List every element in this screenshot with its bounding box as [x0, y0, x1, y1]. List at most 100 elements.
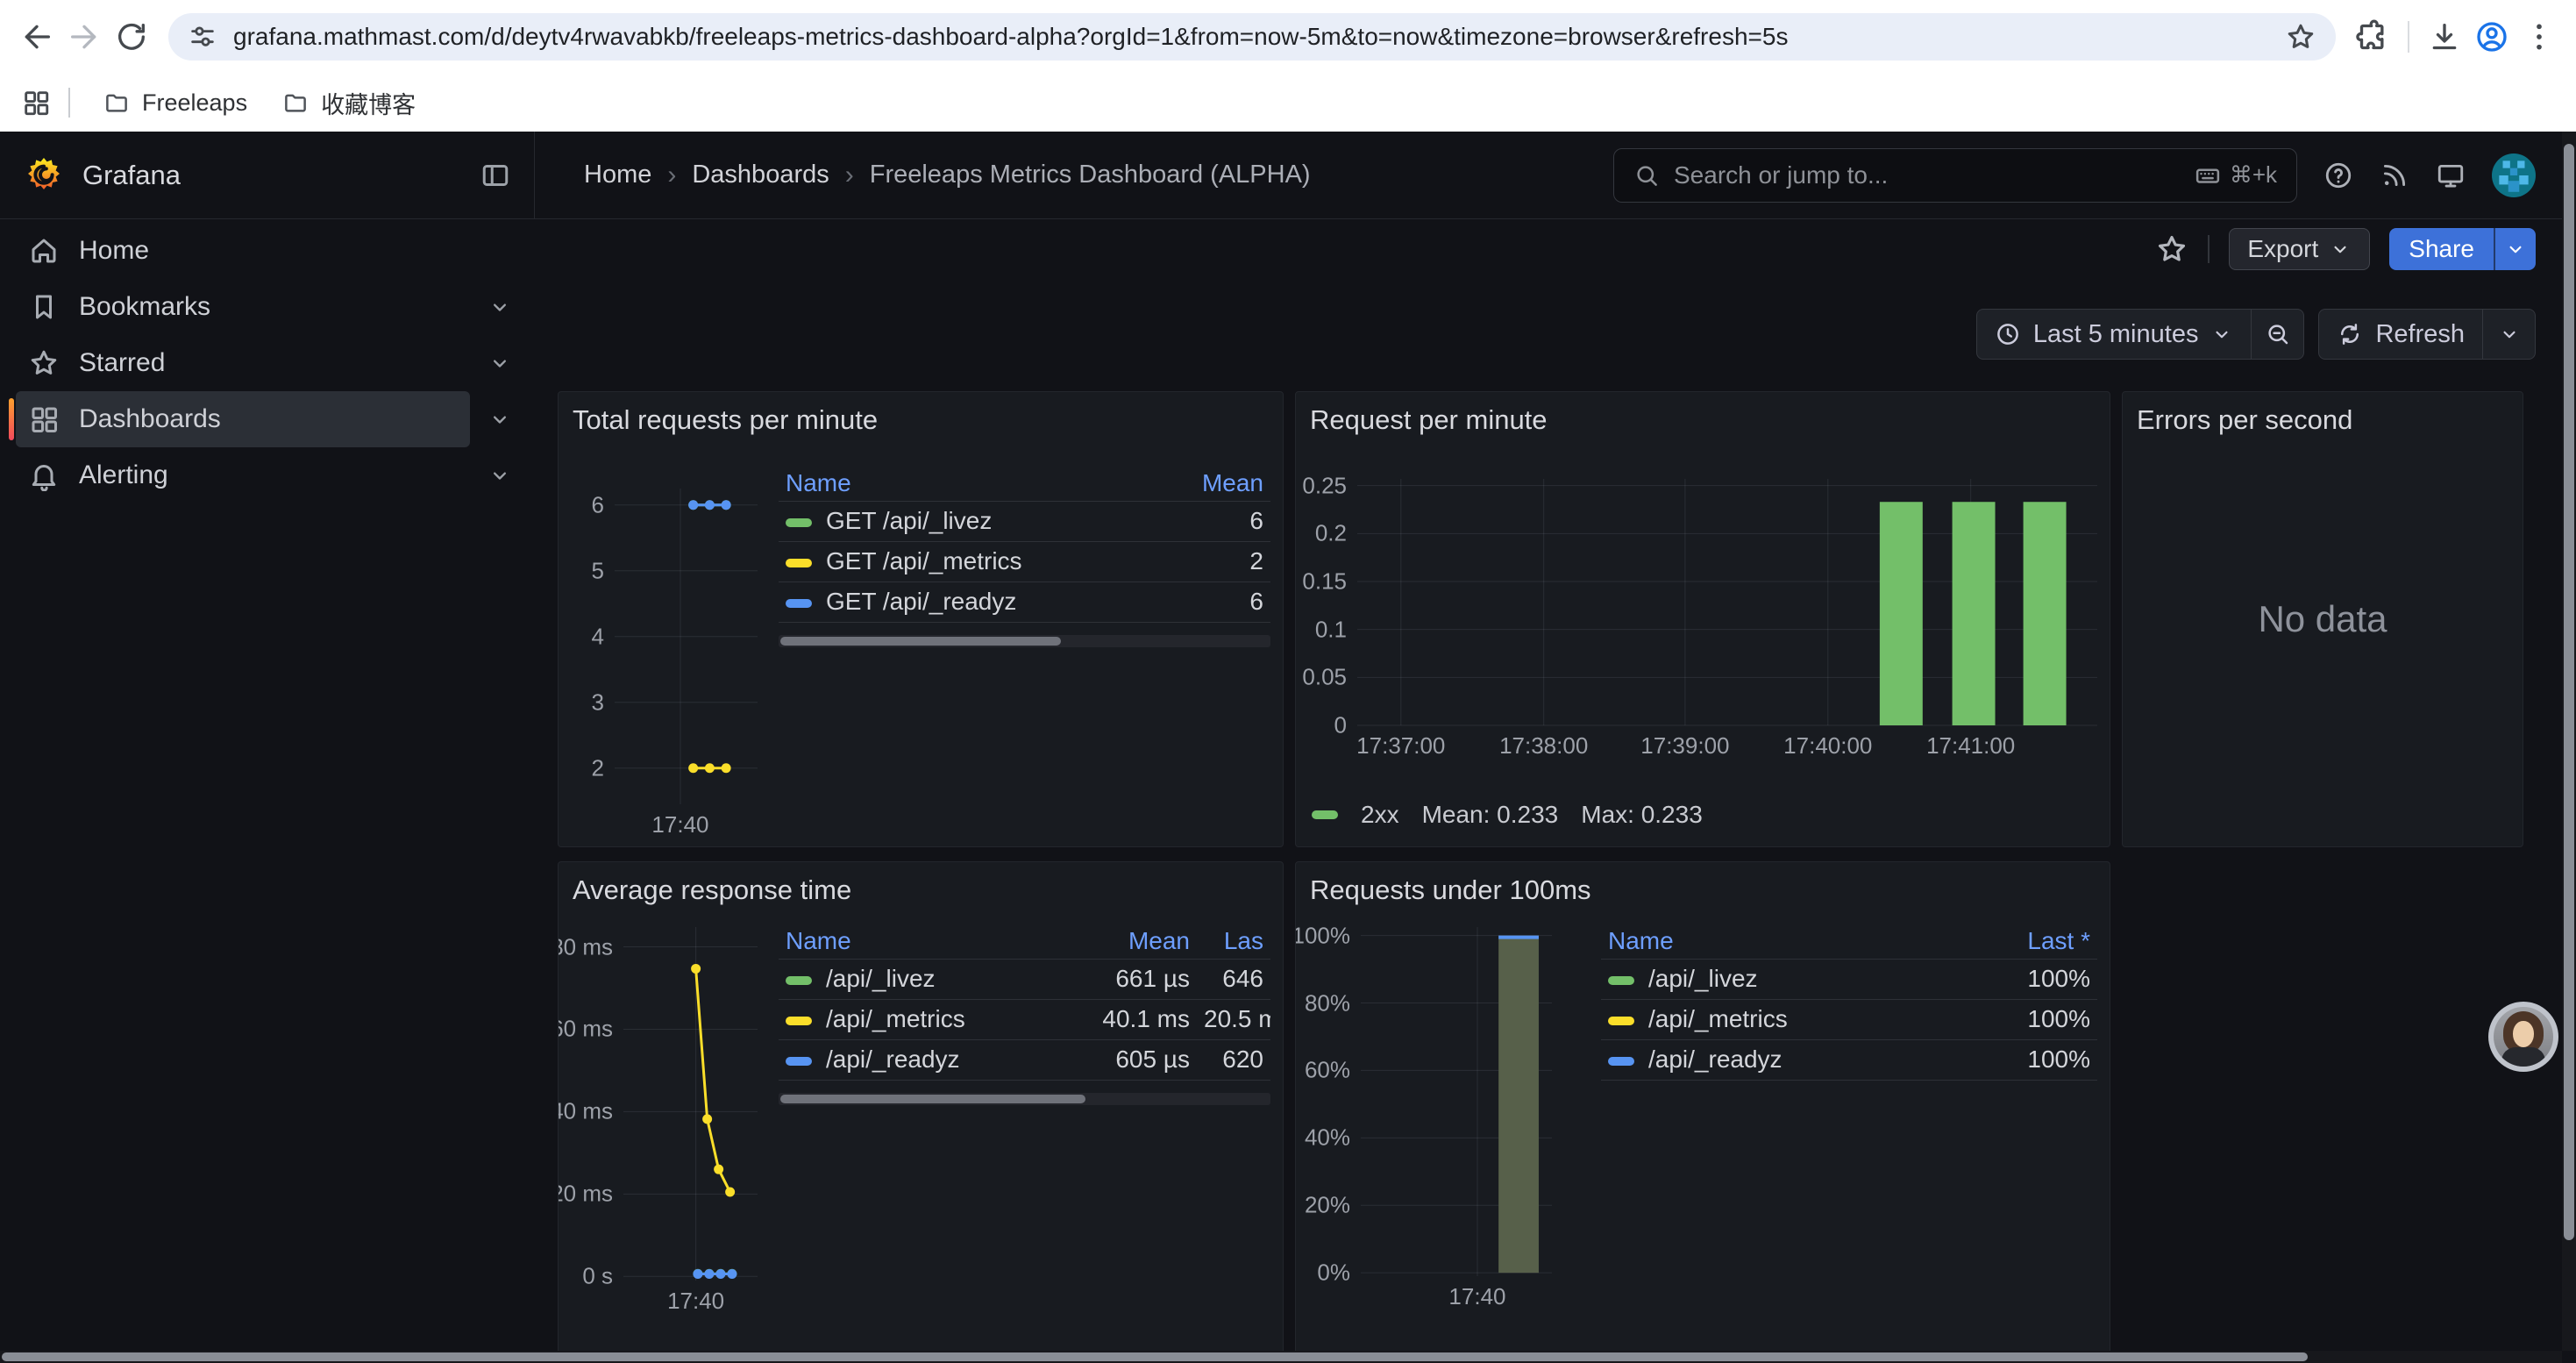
refresh-interval-caret[interactable] — [2482, 310, 2535, 359]
y-axis-tick: 0.2 — [1315, 520, 1347, 547]
sidebar-item-starred[interactable]: Starred — [16, 335, 470, 391]
back-icon[interactable] — [19, 19, 54, 54]
legend-series-name[interactable]: GET /api/_livez — [779, 501, 1139, 541]
y-axis-tick: 0.05 — [1302, 664, 1347, 691]
sidebar-item-alerting[interactable]: Alerting — [16, 447, 470, 503]
chevron-down-icon[interactable] — [487, 351, 512, 375]
legend-series-name[interactable]: GET /api/_readyz — [779, 582, 1139, 622]
address-bar[interactable]: grafana.mathmast.com/d/deytv4rwavabkb/fr… — [168, 13, 2336, 61]
legend-col-header[interactable]: Las — [1197, 924, 1270, 959]
y-axis-tick: 100% — [1295, 922, 1350, 949]
legend-series-name[interactable]: GET /api/_metrics — [779, 541, 1139, 582]
url-text[interactable]: grafana.mathmast.com/d/deytv4rwavabkb/fr… — [233, 23, 2285, 51]
sidebar-item-home[interactable]: Home — [16, 223, 470, 279]
panel-requests-under-100ms: Requests under 100ms 100%80%60%40%20%0%1… — [1295, 861, 2110, 1363]
legend-row: /api/_metrics40.1 ms20.5 m — [779, 999, 1270, 1039]
legend-col-header[interactable]: Name — [779, 924, 1057, 959]
breadcrumb: Home › Dashboards › Freeleaps Metrics Da… — [584, 161, 1311, 190]
series-swatch-icon — [786, 599, 812, 608]
legend-series-name[interactable]: /api/_livez — [779, 959, 1057, 999]
dock-sidebar-icon[interactable] — [480, 160, 511, 191]
downloads-icon[interactable] — [2427, 19, 2462, 54]
x-axis-tick: 17:38:00 — [1499, 732, 1588, 760]
legend-series-name[interactable]: /api/_metrics — [779, 999, 1057, 1039]
keyboard-icon — [2195, 162, 2221, 189]
screen-kiosk-icon[interactable] — [2436, 161, 2466, 190]
export-button[interactable]: Export — [2229, 228, 2370, 270]
panel-title[interactable]: Average response time — [573, 874, 851, 906]
panel-title[interactable]: Requests under 100ms — [1310, 874, 1591, 906]
zoom-out-time-button[interactable] — [2251, 310, 2303, 359]
legend-row: /api/_livez661 µs646 — [779, 959, 1270, 999]
y-axis-tick: 80 ms — [558, 933, 613, 960]
reload-icon[interactable] — [114, 19, 149, 54]
legend-col-header[interactable]: Last * — [1975, 924, 2097, 959]
legend-series-name[interactable]: /api/_readyz — [779, 1039, 1057, 1080]
share-button[interactable]: Share — [2389, 228, 2536, 270]
legend-series-name[interactable]: 2xx — [1361, 801, 1399, 829]
legend-col-header[interactable]: Mean — [1057, 924, 1197, 959]
legend-col-header[interactable]: Mean — [1139, 466, 1270, 501]
request-per-minute-chart[interactable]: 0.250.20.150.10.05017:37:0017:38:0017:39… — [1306, 479, 2097, 755]
grafana-logo-icon[interactable] — [23, 154, 65, 196]
folder-icon — [282, 89, 309, 116]
user-avatar[interactable] — [2492, 153, 2536, 197]
chevron-down-icon[interactable] — [487, 463, 512, 488]
legend-mean: Mean: 0.233 — [1422, 801, 1559, 829]
breadcrumb-separator: › — [845, 161, 854, 190]
avg-response-time-chart[interactable]: 80 ms60 ms40 ms20 ms0 s17:40 — [569, 924, 758, 1314]
vertical-scrollbar[interactable] — [2562, 132, 2576, 1351]
chevron-down-icon[interactable] — [487, 407, 512, 432]
breadcrumb-home[interactable]: Home — [584, 161, 651, 189]
forward-icon[interactable] — [67, 19, 102, 54]
legend-series-name[interactable]: /api/_livez — [1601, 959, 1975, 999]
share-menu-caret[interactable] — [2494, 228, 2536, 270]
site-info-icon[interactable] — [188, 22, 217, 52]
y-axis-tick: 60 ms — [558, 1016, 613, 1043]
search-input[interactable]: Search or jump to... ⌘+k — [1613, 148, 2297, 203]
bookmark-folder[interactable]: 收藏博客 — [268, 81, 430, 125]
x-axis-tick: 17:40 — [1448, 1283, 1505, 1310]
no-data-message: No data — [2123, 392, 2523, 846]
folder-icon — [103, 89, 130, 116]
bookmark-folder[interactable]: Freeleaps — [89, 84, 261, 122]
extensions-icon[interactable] — [2355, 19, 2390, 54]
legend-series-name[interactable]: /api/_metrics — [1601, 999, 1975, 1039]
apps-grid-icon[interactable] — [21, 88, 51, 118]
help-icon[interactable] — [2323, 161, 2353, 190]
horizontal-scrollbar[interactable] — [0, 1351, 2562, 1363]
y-axis-tick: 20% — [1305, 1192, 1350, 1219]
legend-col-header[interactable]: Name — [1601, 924, 1975, 959]
panel-total-requests-per-minute: Total requests per minute 6543217:40 Nam… — [558, 391, 1284, 847]
x-axis-tick: 17:40 — [651, 811, 708, 838]
breadcrumb-dashboards[interactable]: Dashboards — [692, 161, 829, 189]
y-axis-tick: 40% — [1305, 1124, 1350, 1152]
x-axis-tick: 17:39:00 — [1640, 732, 1729, 760]
favorite-star-icon[interactable] — [2155, 232, 2188, 266]
panel-title[interactable]: Request per minute — [1310, 404, 1548, 436]
panel-title[interactable]: Total requests per minute — [573, 404, 878, 436]
legend-value: 2 — [1139, 541, 1270, 582]
bookmark-star-icon[interactable] — [2285, 21, 2316, 53]
sidebar-item-bookmarks[interactable]: Bookmarks — [16, 279, 470, 335]
legend-scrollbar[interactable] — [779, 635, 1270, 647]
sidebar-item-dashboards[interactable]: Dashboards — [16, 391, 470, 447]
sidebar-item-label: Home — [79, 236, 461, 266]
y-axis-tick: 60% — [1305, 1057, 1350, 1084]
legend-scrollbar[interactable] — [779, 1093, 1270, 1105]
y-axis-tick: 0.15 — [1302, 567, 1347, 595]
refresh-button[interactable]: Refresh — [2319, 310, 2482, 359]
legend-value: 620 — [1197, 1039, 1270, 1080]
total-requests-chart[interactable]: 6543217:40 — [569, 466, 758, 838]
toolbar-divider — [2408, 21, 2409, 53]
browser-menu-icon[interactable] — [2522, 19, 2557, 54]
legend-col-header[interactable]: Name — [779, 466, 1139, 501]
chevron-down-icon[interactable] — [487, 295, 512, 319]
news-rss-icon[interactable] — [2380, 161, 2409, 190]
legend-series-name[interactable]: /api/_readyz — [1601, 1039, 1975, 1080]
requests-under-100ms-chart[interactable]: 100%80%60%40%20%0%17:40 — [1306, 924, 1552, 1309]
search-icon — [1633, 162, 1660, 189]
browser-profile-icon[interactable] — [2474, 19, 2509, 54]
assistant-avatar[interactable] — [2488, 1002, 2558, 1072]
time-range-picker[interactable]: Last 5 minutes — [1977, 310, 2252, 359]
